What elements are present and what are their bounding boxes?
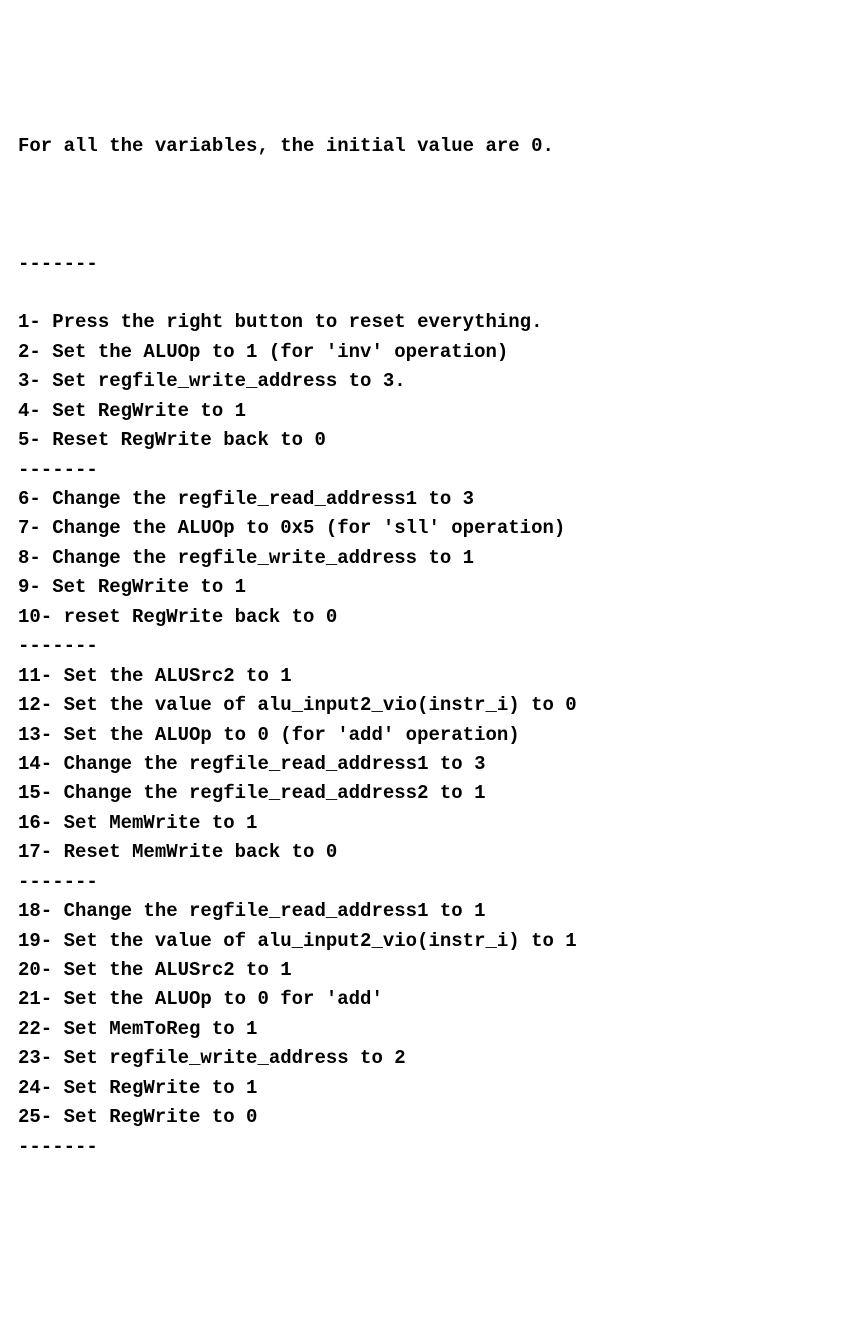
step-line: 3- Set regfile_write_address to 3. <box>18 367 842 396</box>
step-line: 10- reset RegWrite back to 0 <box>18 603 842 632</box>
step-line: 9- Set RegWrite to 1 <box>18 573 842 602</box>
divider: ------- <box>18 868 842 897</box>
step-line: 15- Change the regfile_read_address2 to … <box>18 779 842 808</box>
step-line: 21- Set the ALUOp to 0 for 'add' <box>18 985 842 1014</box>
step-line: 7- Change the ALUOp to 0x5 (for 'sll' op… <box>18 514 842 543</box>
step-line: 22- Set MemToReg to 1 <box>18 1015 842 1044</box>
step-line: 2- Set the ALUOp to 1 (for 'inv' operati… <box>18 338 842 367</box>
blank-line <box>18 191 842 220</box>
step-line: 11- Set the ALUSrc2 to 1 <box>18 662 842 691</box>
step-line: 4- Set RegWrite to 1 <box>18 397 842 426</box>
divider: ------- <box>18 1133 842 1162</box>
step-line: 19- Set the value of alu_input2_vio(inst… <box>18 927 842 956</box>
divider: ------- <box>18 632 842 661</box>
step-line: 8- Change the regfile_write_address to 1 <box>18 544 842 573</box>
step-line: 25- Set RegWrite to 0 <box>18 1103 842 1132</box>
step-line: 6- Change the regfile_read_address1 to 3 <box>18 485 842 514</box>
divider: ------- <box>18 456 842 485</box>
divider: ------- <box>18 250 842 279</box>
step-line: 14- Change the regfile_read_address1 to … <box>18 750 842 779</box>
step-line: 13- Set the ALUOp to 0 (for 'add' operat… <box>18 721 842 750</box>
step-line: 23- Set regfile_write_address to 2 <box>18 1044 842 1073</box>
step-line: 20- Set the ALUSrc2 to 1 <box>18 956 842 985</box>
intro-text: For all the variables, the initial value… <box>18 132 842 161</box>
step-line: 17- Reset MemWrite back to 0 <box>18 838 842 867</box>
step-line: 1- Press the right button to reset every… <box>18 308 842 337</box>
step-line: 18- Change the regfile_read_address1 to … <box>18 897 842 926</box>
step-line: 16- Set MemWrite to 1 <box>18 809 842 838</box>
sections-container: 1- Press the right button to reset every… <box>18 308 842 1162</box>
step-line: 24- Set RegWrite to 1 <box>18 1074 842 1103</box>
step-line: 12- Set the value of alu_input2_vio(inst… <box>18 691 842 720</box>
step-line: 5- Reset RegWrite back to 0 <box>18 426 842 455</box>
